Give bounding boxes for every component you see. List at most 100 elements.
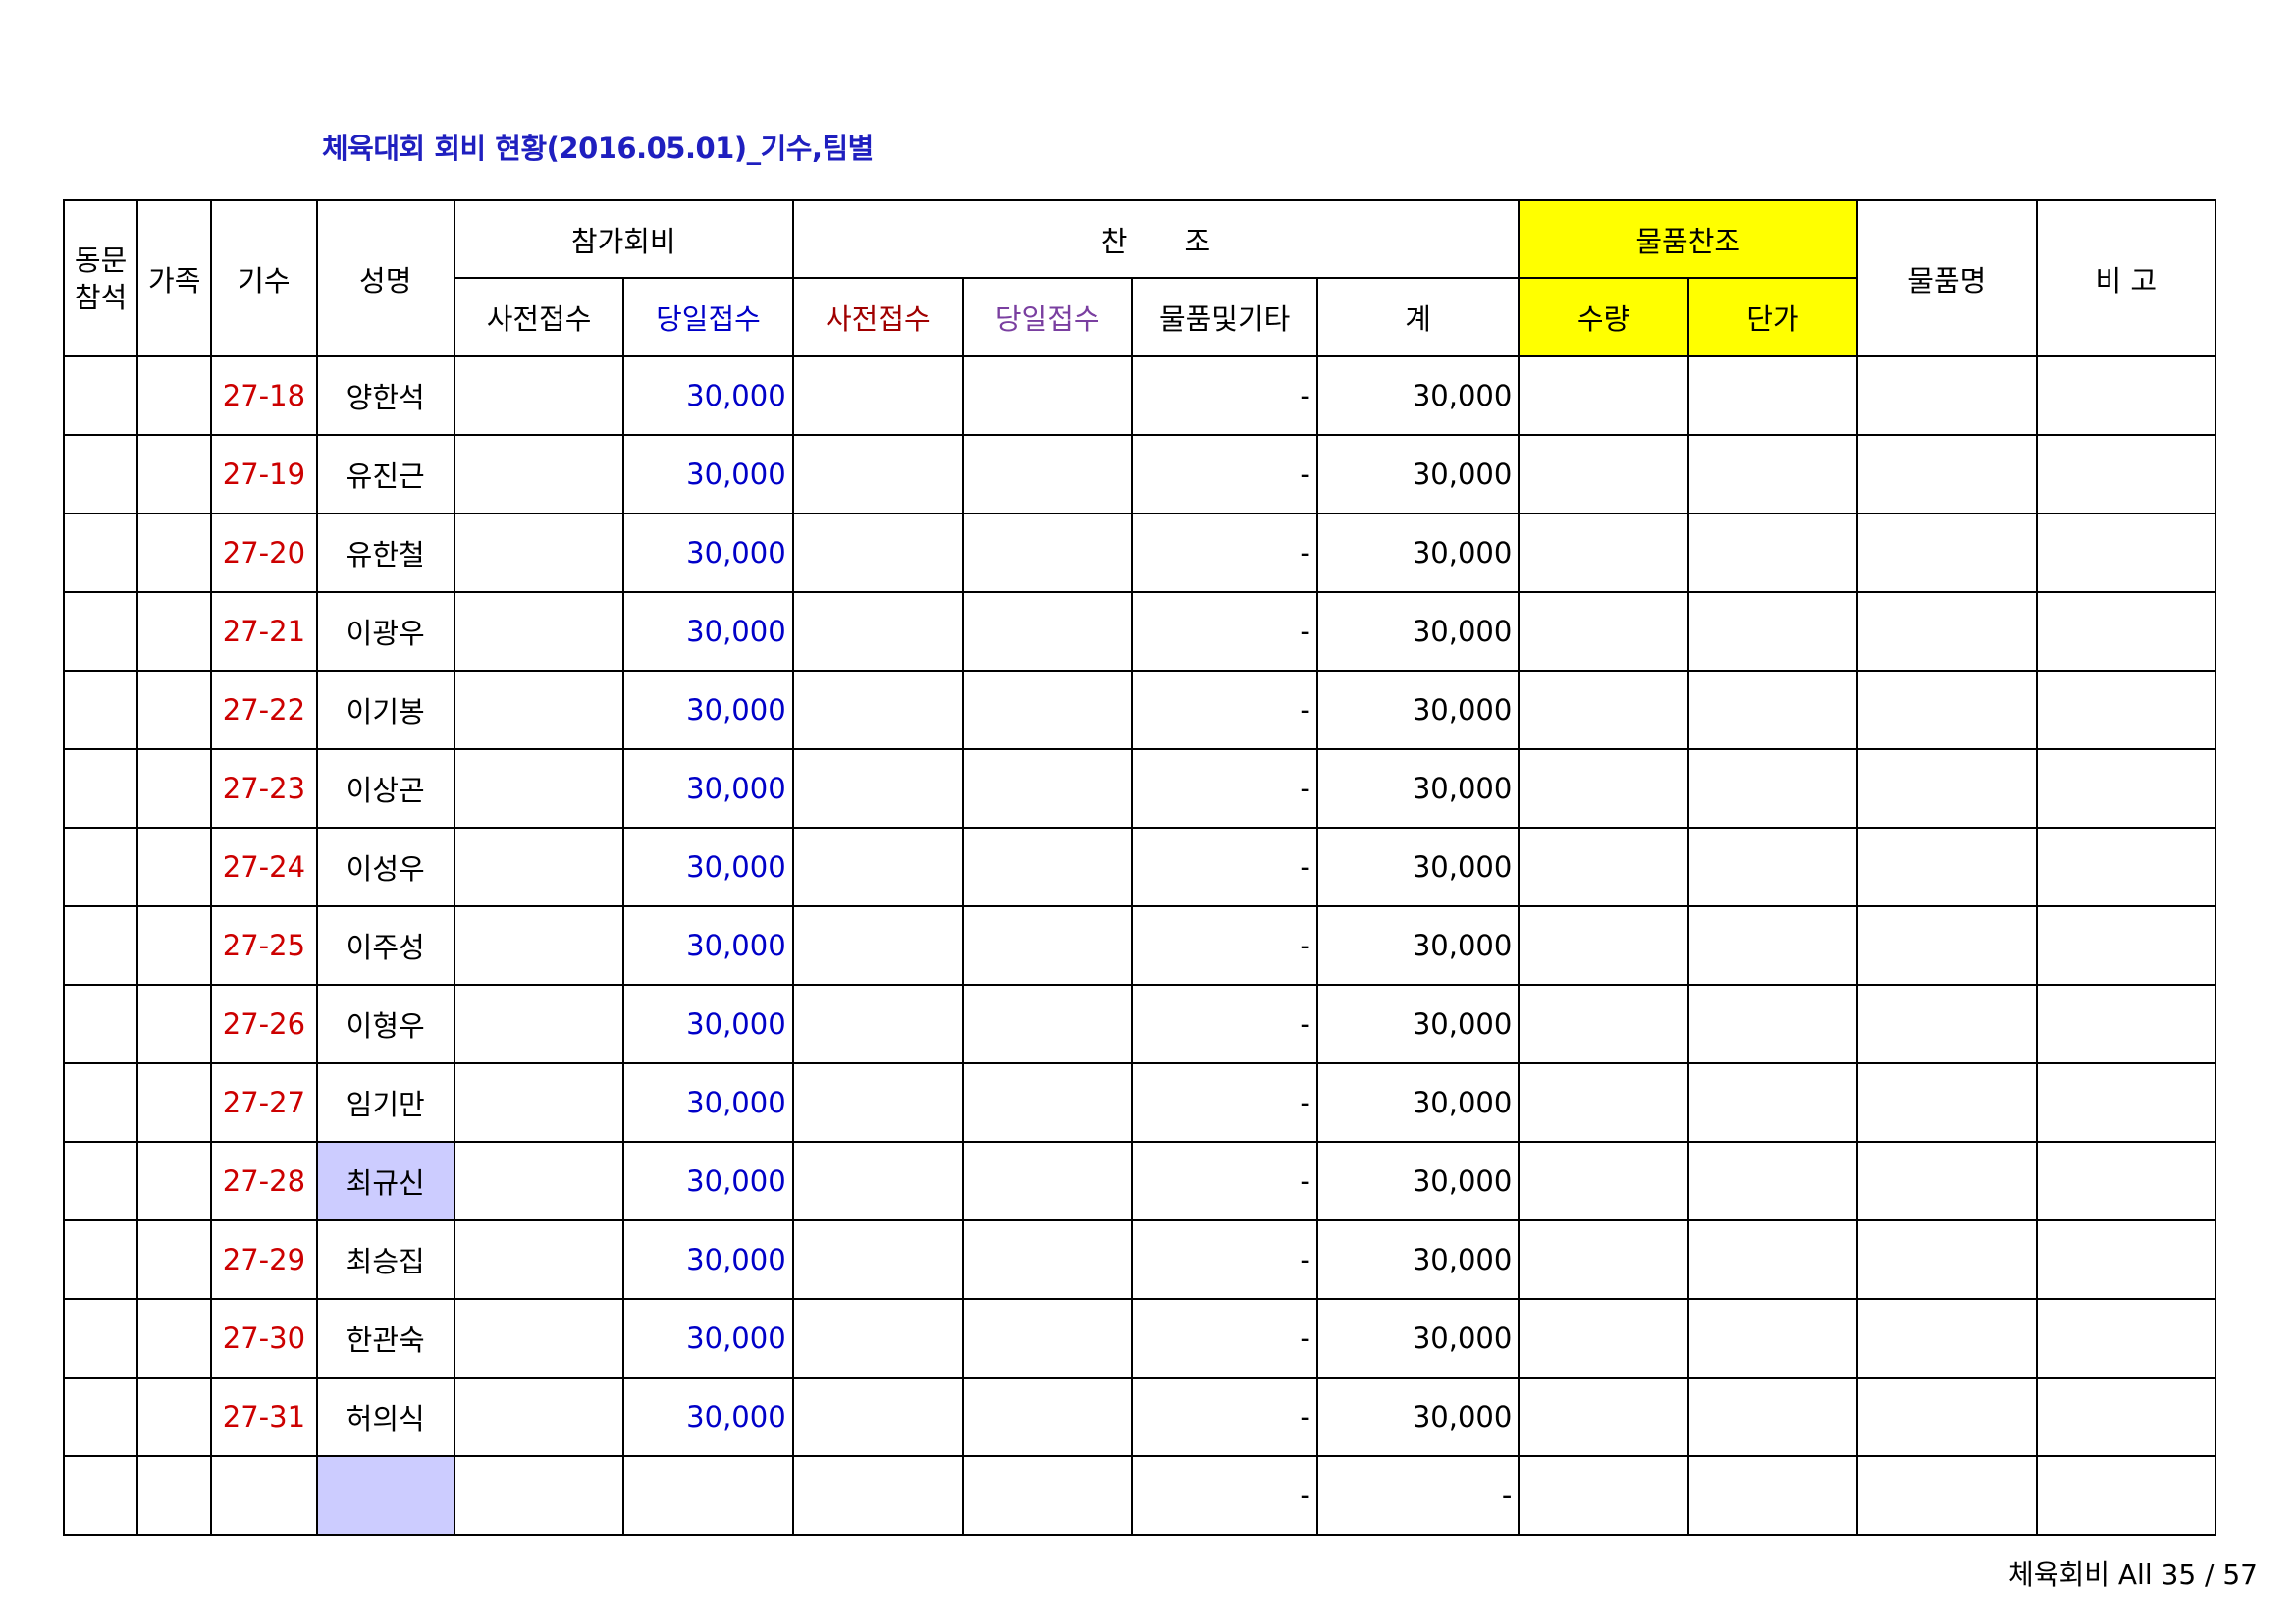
cell-remarks	[2035, 591, 2217, 672]
cell-goods-price	[1686, 1141, 1859, 1221]
cell-goods-qty	[1518, 984, 1689, 1064]
cell-support-goods: -	[1131, 670, 1318, 750]
table-row: 27-23 이상곤 30,000-30,000	[62, 748, 2217, 829]
cell-goods-price	[1686, 1219, 1859, 1300]
cell-support-goods: -	[1131, 1141, 1318, 1221]
header-alumni-attend: 동문 참석	[62, 199, 139, 357]
cell-goods-price	[1686, 434, 1859, 514]
cell-class-no: 27-24	[210, 827, 318, 907]
cell-class-no: 27-23	[210, 748, 318, 829]
cell-goods-name	[1856, 748, 2038, 829]
cell-goods-qty	[1518, 748, 1689, 829]
cell-alumni-attend	[62, 355, 139, 436]
cell-alumni-attend	[62, 827, 139, 907]
header-fee-group: 참가회비	[453, 199, 794, 279]
cell-support-pre	[791, 591, 965, 672]
cell-family	[136, 434, 213, 514]
header-support-pre: 사전접수	[791, 277, 965, 357]
cell-fee-day: 30,000	[622, 984, 794, 1064]
cell-remarks	[2035, 513, 2217, 593]
cell-support-goods: -	[1131, 513, 1318, 593]
cell-goods-name	[1856, 1455, 2038, 1536]
cell-alumni-attend	[62, 1062, 139, 1143]
header-fee-pre: 사전접수	[453, 277, 625, 357]
cell-family	[136, 1141, 213, 1221]
cell-support-day	[962, 827, 1134, 907]
cell-fee-day: 30,000	[622, 748, 794, 829]
cell-support-day	[962, 513, 1134, 593]
cell-support-pre	[791, 748, 965, 829]
header-family: 가족	[136, 199, 213, 357]
header-fee-day: 당일접수	[622, 277, 794, 357]
cell-fee-day: 30,000	[622, 1062, 794, 1143]
cell-name: 허의식	[315, 1377, 455, 1457]
cell-fee-day: 30,000	[622, 355, 794, 436]
cell-alumni-attend	[62, 670, 139, 750]
cell-support-total: 30,000	[1315, 434, 1521, 514]
cell-support-pre	[791, 1298, 965, 1379]
cell-goods-name	[1856, 905, 2038, 986]
cell-fee-day: 30,000	[622, 1298, 794, 1379]
table-row: 27-30 한관숙 30,000-30,000	[62, 1298, 2217, 1379]
cell-fee-pre	[453, 670, 625, 750]
cell-family	[136, 827, 213, 907]
table-row: 27-18 양한석 30,000-30,000	[62, 355, 2217, 436]
cell-family	[136, 355, 213, 436]
table-row: 27-25 이주성 30,000-30,000	[62, 905, 2217, 986]
cell-fee-pre	[453, 905, 625, 986]
cell-support-total: 30,000	[1315, 1298, 1521, 1379]
cell-alumni-attend	[62, 434, 139, 514]
cell-class-no: 27-26	[210, 984, 318, 1064]
cell-support-day	[962, 670, 1134, 750]
cell-name: 최규신	[315, 1141, 455, 1221]
cell-name: 이주성	[315, 905, 455, 986]
cell-fee-pre	[453, 1062, 625, 1143]
cell-goods-name	[1856, 1141, 2038, 1221]
cell-alumni-attend	[62, 513, 139, 593]
table-row: 27-19 유진근 30,000-30,000	[62, 434, 2217, 514]
cell-goods-price	[1686, 827, 1859, 907]
cell-goods-name	[1856, 1062, 2038, 1143]
cell-goods-qty	[1518, 670, 1689, 750]
cell-alumni-attend	[62, 748, 139, 829]
cell-support-pre	[791, 905, 965, 986]
cell-support-day	[962, 591, 1134, 672]
cell-support-total: 30,000	[1315, 591, 1521, 672]
cell-support-pre	[791, 1062, 965, 1143]
cell-goods-price	[1686, 984, 1859, 1064]
cell-goods-price	[1686, 905, 1859, 986]
cell-support-goods: -	[1131, 1377, 1318, 1457]
cell-name: 이상곤	[315, 748, 455, 829]
header-support-total: 계	[1315, 277, 1521, 357]
cell-family	[136, 513, 213, 593]
cell-fee-day: 30,000	[622, 434, 794, 514]
cell-class-no	[210, 1455, 318, 1536]
header-class-no: 기수	[210, 199, 318, 357]
cell-support-day	[962, 748, 1134, 829]
cell-fee-pre	[453, 1141, 625, 1221]
cell-support-goods: -	[1131, 827, 1318, 907]
cell-goods-name	[1856, 827, 2038, 907]
header-support-goods: 물품및기타	[1131, 277, 1318, 357]
cell-support-pre	[791, 513, 965, 593]
cell-remarks	[2035, 984, 2217, 1064]
cell-support-day	[962, 1298, 1134, 1379]
cell-alumni-attend	[62, 905, 139, 986]
cell-support-total: 30,000	[1315, 1062, 1521, 1143]
cell-goods-qty	[1518, 355, 1689, 436]
cell-support-total: 30,000	[1315, 905, 1521, 986]
header-goods-price: 단가	[1686, 277, 1859, 357]
cell-goods-name	[1856, 355, 2038, 436]
cell-fee-pre	[453, 434, 625, 514]
cell-family	[136, 1377, 213, 1457]
table-row: 27-26 이형우 30,000-30,000	[62, 984, 2217, 1064]
cell-goods-qty	[1518, 1455, 1689, 1536]
cell-name: 최승집	[315, 1219, 455, 1300]
cell-class-no: 27-28	[210, 1141, 318, 1221]
cell-support-total: -	[1315, 1455, 1521, 1536]
cell-fee-day: 30,000	[622, 591, 794, 672]
cell-support-pre	[791, 434, 965, 514]
cell-support-goods: -	[1131, 1062, 1318, 1143]
cell-fee-pre	[453, 1298, 625, 1379]
cell-goods-price	[1686, 513, 1859, 593]
